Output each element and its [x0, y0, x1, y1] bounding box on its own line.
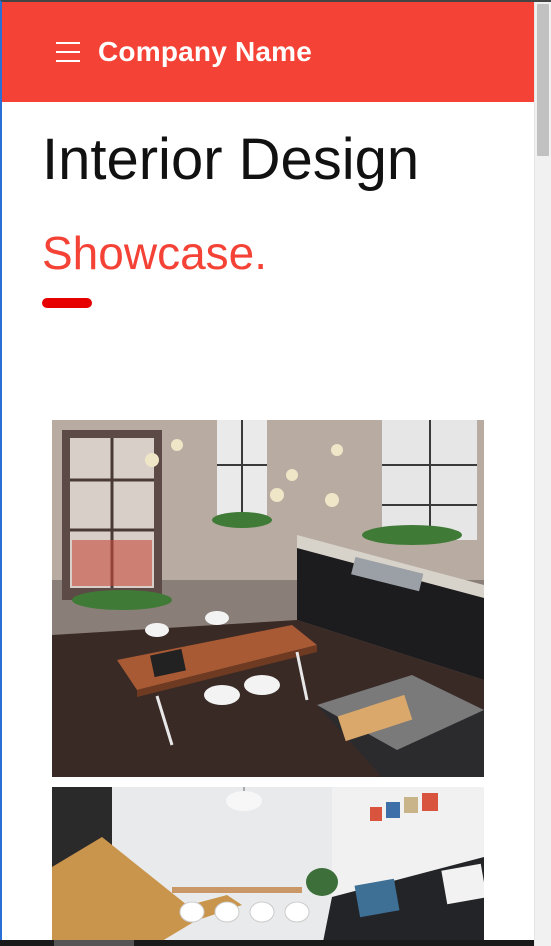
- main-content: Interior Design Showcase.: [2, 102, 534, 946]
- scrollbar-thumb[interactable]: [537, 4, 549, 156]
- horizontal-scrollbar[interactable]: [0, 940, 534, 946]
- page-subtitle: Showcase.: [42, 227, 268, 279]
- page-title: Interior Design: [42, 127, 420, 192]
- gallery-image-kitchen[interactable]: [52, 420, 484, 777]
- brand-name[interactable]: Company Name: [98, 36, 312, 68]
- accent-divider: [42, 298, 92, 308]
- hamburger-menu-icon[interactable]: [56, 39, 82, 65]
- gallery-image-living-room[interactable]: [52, 787, 484, 946]
- top-navbar: Company Name: [2, 2, 534, 102]
